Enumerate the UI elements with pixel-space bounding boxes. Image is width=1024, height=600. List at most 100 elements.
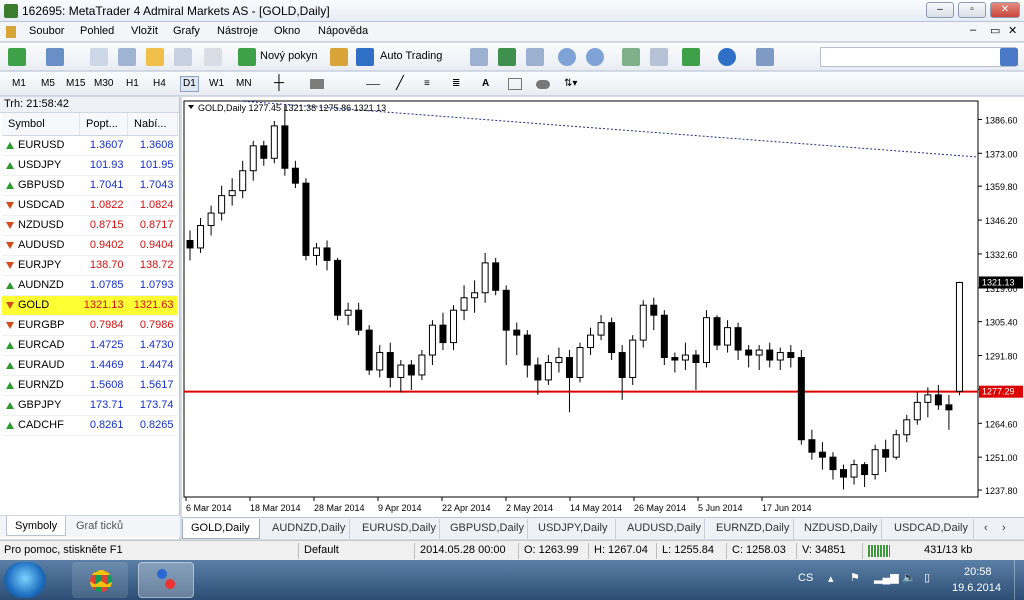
start-button[interactable] — [4, 562, 46, 598]
indicators-icon[interactable] — [682, 48, 700, 66]
market-watch-row[interactable]: EURNZD 1.5608 1.5617 — [2, 375, 178, 396]
bid-cell[interactable]: 0.7984 — [79, 315, 128, 336]
market-watch-row[interactable]: CADCHF 0.8261 0.8265 — [2, 415, 178, 436]
chrome-taskbar-button[interactable] — [72, 562, 128, 598]
menu-nastroje[interactable]: Nástroje — [217, 25, 258, 37]
symbol-cell[interactable]: AUDUSD — [2, 235, 80, 256]
market-watch-row[interactable]: EURCAD 1.4725 1.4730 — [2, 335, 178, 356]
market-watch-row[interactable]: USDJPY 101.93 101.95 — [2, 155, 178, 176]
close-button[interactable]: ✕ — [990, 2, 1020, 18]
chart-tab-audnzd[interactable]: AUDNZD,Daily — [264, 519, 350, 539]
mdi-minimize-icon[interactable]: – — [970, 24, 976, 36]
mdi-icon[interactable] — [6, 26, 16, 38]
market-watch-row[interactable]: AUDUSD 0.9402 0.9404 — [2, 235, 178, 256]
new-order-button[interactable]: Nový pokyn — [260, 50, 317, 62]
symbol-cell[interactable]: GOLD — [2, 295, 80, 316]
symbol-cell[interactable]: GBPUSD — [2, 175, 80, 196]
tf-m30[interactable]: M30 — [94, 78, 113, 89]
new-chart-icon[interactable] — [8, 48, 26, 66]
templates-icon[interactable] — [756, 48, 774, 66]
connection-status-icon[interactable] — [868, 545, 890, 557]
tf-m5[interactable]: M5 — [41, 78, 55, 89]
mdi-close-icon[interactable]: ✕ — [1008, 24, 1017, 37]
show-desktop-button[interactable] — [1014, 560, 1024, 600]
maximize-button[interactable]: ▫ — [958, 2, 986, 18]
tf-d1[interactable]: D1 — [180, 76, 199, 92]
mdi-restore-icon[interactable]: ▭ — [990, 24, 1000, 37]
profiles-icon[interactable] — [46, 48, 64, 66]
menu-okno[interactable]: Okno — [274, 25, 300, 37]
bid-cell[interactable]: 1.5608 — [79, 375, 128, 396]
network-icon[interactable]: ▂▄▆ — [874, 571, 899, 584]
bid-cell[interactable]: 173.71 — [79, 395, 128, 416]
metaeditor-icon[interactable] — [330, 48, 348, 66]
symbol-cell[interactable]: EURAUD — [2, 355, 80, 376]
chart-tab-usdcad[interactable]: USDCAD,Daily — [886, 519, 974, 539]
market-watch-row[interactable]: EURUSD 1.3607 1.3608 — [2, 135, 178, 156]
chart-tab-gold[interactable]: GOLD,Daily — [182, 519, 260, 539]
market-watch-row[interactable]: GBPJPY 173.71 173.74 — [2, 395, 178, 416]
ask-cell[interactable]: 1.0793 — [127, 275, 178, 296]
fibo-tool-icon[interactable]: ≣ — [452, 78, 460, 89]
market-watch-icon[interactable] — [90, 48, 108, 66]
crosshair-icon[interactable]: ┼ — [274, 74, 284, 90]
rectangle-tool-icon[interactable] — [310, 79, 324, 89]
bid-cell[interactable]: 1.3607 — [79, 135, 128, 156]
auto-scroll-icon[interactable] — [622, 48, 640, 66]
navigator-icon[interactable] — [118, 48, 136, 66]
bid-cell[interactable]: 1.0822 — [79, 195, 128, 216]
column-bid[interactable]: Popt... — [79, 113, 129, 136]
symbol-cell[interactable]: EURJPY — [2, 255, 80, 276]
battery-icon[interactable]: ▯ — [924, 571, 930, 584]
menu-pohled[interactable]: Pohled — [80, 25, 114, 37]
search-input[interactable]: ⚲ — [820, 47, 1016, 67]
market-watch-row[interactable]: EURJPY 138.70 138.72 — [2, 255, 178, 276]
market-watch-row[interactable]: EURGBP 0.7984 0.7986 — [2, 315, 178, 336]
chart-shift-icon[interactable] — [650, 48, 668, 66]
ask-cell[interactable]: 1.7043 — [127, 175, 178, 196]
gold-daily-chart[interactable]: 1386.601373.001359.801346.201332.601319.… — [182, 97, 1024, 517]
tab-tick-chart[interactable]: Graf ticků — [68, 516, 131, 536]
column-ask[interactable]: Nabí... — [127, 113, 178, 136]
bid-cell[interactable]: 1.7041 — [79, 175, 128, 196]
ask-cell[interactable]: 1.4474 — [127, 355, 178, 376]
tabs-scroll-right-icon[interactable]: › — [1000, 519, 1020, 539]
auto-trading-icon[interactable] — [356, 48, 374, 66]
menu-grafy[interactable]: Grafy — [173, 25, 200, 37]
ask-cell[interactable]: 173.74 — [127, 395, 178, 416]
metatrader-taskbar-button[interactable] — [138, 562, 194, 598]
candlestick-icon[interactable] — [498, 48, 516, 66]
bid-cell[interactable]: 138.70 — [79, 255, 128, 276]
tf-w1[interactable]: W1 — [209, 78, 224, 89]
chart-tab-audusd[interactable]: AUDUSD,Daily — [619, 519, 705, 539]
arrows-tool-icon[interactable]: ⇅▾ — [564, 78, 577, 89]
zoom-in-icon[interactable] — [558, 48, 576, 66]
ask-cell[interactable]: 1321.63 — [127, 295, 178, 316]
periods-icon[interactable] — [718, 48, 736, 66]
market-watch-row[interactable]: GBPUSD 1.7041 1.7043 — [2, 175, 178, 196]
chart-tab-gbpusd[interactable]: GBPUSD,Daily — [442, 519, 528, 539]
symbol-cell[interactable]: USDJPY — [2, 155, 80, 176]
ask-cell[interactable]: 101.95 — [127, 155, 178, 176]
chart-area[interactable]: 1386.60 1373.00 1359.80 1346.20 1332.60 1319.… — [182, 97, 1024, 517]
symbol-cell[interactable]: CADCHF — [2, 415, 80, 436]
line-chart-icon[interactable] — [526, 48, 544, 66]
ask-cell[interactable]: 0.7986 — [127, 315, 178, 336]
market-watch-row[interactable]: AUDNZD 1.0785 1.0793 — [2, 275, 178, 296]
bid-cell[interactable]: 0.9402 — [79, 235, 128, 256]
market-watch-row[interactable]: GOLD 1321.13 1321.63 — [2, 295, 178, 316]
chart-tab-nzdusd[interactable]: NZDUSD,Daily — [796, 519, 882, 539]
bar-chart-icon[interactable] — [470, 48, 488, 66]
ask-cell[interactable]: 0.8265 — [127, 415, 178, 436]
tf-mn[interactable]: MN — [236, 78, 252, 89]
tab-symbols[interactable]: Symboly — [6, 516, 67, 536]
bid-cell[interactable]: 1.0785 — [79, 275, 128, 296]
bid-cell[interactable]: 1321.13 — [79, 295, 128, 316]
ask-cell[interactable]: 1.4730 — [127, 335, 178, 356]
tabs-scroll-left-icon[interactable]: ‹ — [982, 519, 1002, 539]
chart-tab-eurnzd[interactable]: EURNZD,Daily — [708, 519, 794, 539]
clock-time[interactable]: 20:58 — [964, 566, 992, 578]
symbol-cell[interactable]: EURCAD — [2, 335, 80, 356]
tf-h1[interactable]: H1 — [126, 78, 139, 89]
symbol-cell[interactable]: EURGBP — [2, 315, 80, 336]
